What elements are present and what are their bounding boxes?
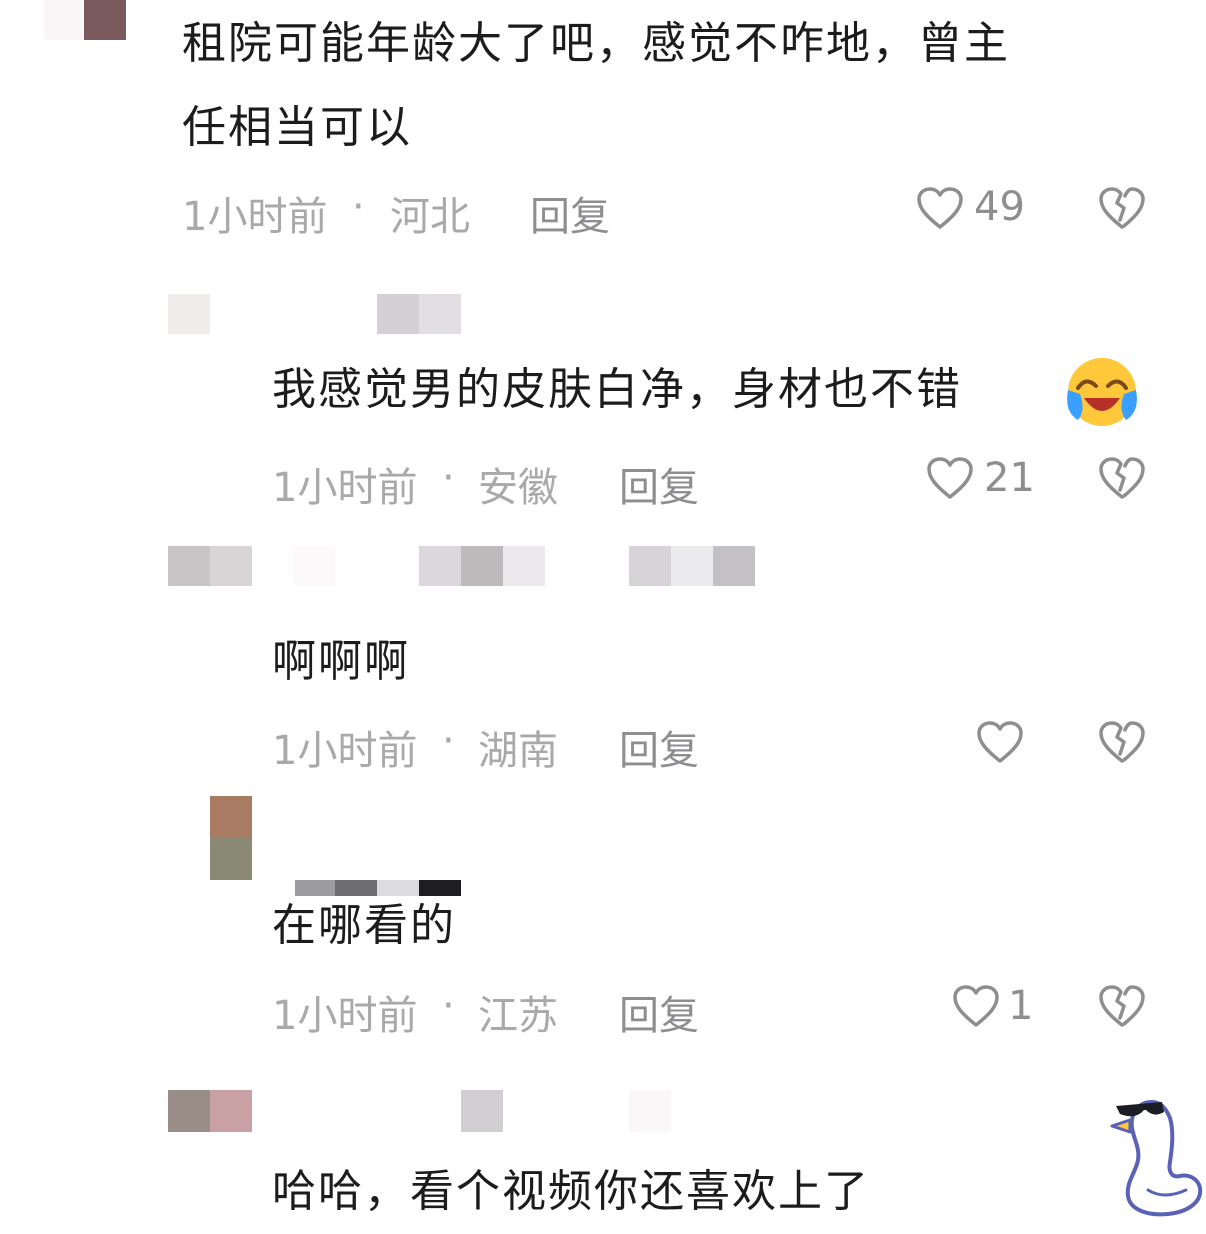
username-blurred bbox=[671, 546, 713, 586]
username-blurred bbox=[629, 546, 671, 586]
broken-heart-icon[interactable] bbox=[1098, 186, 1146, 230]
comment-text-line: 哈哈，看个视频你还喜欢上了 bbox=[272, 1166, 870, 1217]
heart-outline-icon[interactable] bbox=[916, 186, 964, 230]
avatar-blurred[interactable] bbox=[168, 294, 210, 334]
reply-button[interactable]: 回复 bbox=[619, 983, 699, 1041]
username-blurred bbox=[629, 1090, 671, 1132]
username-blurred bbox=[713, 546, 755, 586]
laughing-crying-emoji bbox=[1064, 354, 1140, 430]
comment-text-line: 在哪看的 bbox=[272, 900, 456, 951]
broken-heart-icon[interactable] bbox=[1098, 720, 1146, 764]
reply-button[interactable]: 回复 bbox=[530, 184, 610, 242]
broken-heart-icon[interactable] bbox=[1098, 984, 1146, 1028]
heart-outline-icon[interactable] bbox=[976, 720, 1024, 764]
avatar-blurred-edge bbox=[44, 0, 84, 40]
meta-separator: · bbox=[352, 184, 365, 230]
avatar-blurred bbox=[210, 838, 252, 880]
like-count: 1 bbox=[1008, 983, 1034, 1029]
comment-text-line: 啊啊啊 bbox=[272, 636, 410, 687]
comment-text-line: 租院可能年龄大了吧，感觉不咋地，曾主 bbox=[182, 18, 1010, 69]
meta-separator: · bbox=[442, 718, 455, 764]
like-count: 49 bbox=[974, 184, 1025, 230]
comment-location: 安徽 bbox=[478, 465, 558, 511]
reply-button[interactable]: 回复 bbox=[619, 718, 699, 776]
duck-watermark-icon bbox=[1108, 1092, 1206, 1222]
username-blurred[interactable] bbox=[419, 546, 461, 586]
meta-separator: · bbox=[442, 455, 455, 501]
like-count: 21 bbox=[984, 455, 1035, 501]
heart-outline-icon[interactable] bbox=[926, 456, 974, 500]
avatar-blurred[interactable] bbox=[84, 0, 126, 40]
comment-location: 湖南 bbox=[478, 728, 558, 774]
reply-button[interactable]: 回复 bbox=[619, 455, 699, 513]
username-blurred bbox=[461, 546, 503, 586]
username-blurred[interactable] bbox=[377, 294, 419, 334]
comment-text-line: 任相当可以 bbox=[182, 102, 412, 153]
meta-separator: · bbox=[442, 983, 455, 1029]
username-blurred[interactable] bbox=[461, 1090, 503, 1132]
avatar-blurred[interactable] bbox=[168, 546, 210, 586]
broken-heart-icon[interactable] bbox=[1098, 456, 1146, 500]
avatar-blurred[interactable] bbox=[210, 796, 252, 838]
username-blurred bbox=[293, 546, 335, 586]
comment-time: 1小时前 bbox=[182, 194, 328, 240]
comment-time: 1小时前 bbox=[272, 993, 418, 1039]
avatar-blurred[interactable] bbox=[168, 1090, 210, 1132]
avatar-blurred bbox=[210, 1090, 252, 1132]
comment-time: 1小时前 bbox=[272, 465, 418, 511]
comment-time: 1小时前 bbox=[272, 728, 418, 774]
comment-text-line: 我感觉男的皮肤白净，身材也不错 bbox=[272, 364, 962, 415]
comment-location: 江苏 bbox=[478, 993, 558, 1039]
avatar-blurred bbox=[210, 546, 252, 586]
username-blurred bbox=[503, 546, 545, 586]
username-blurred bbox=[419, 294, 461, 334]
heart-outline-icon[interactable] bbox=[952, 984, 1000, 1028]
comment-location: 河北 bbox=[390, 194, 470, 240]
